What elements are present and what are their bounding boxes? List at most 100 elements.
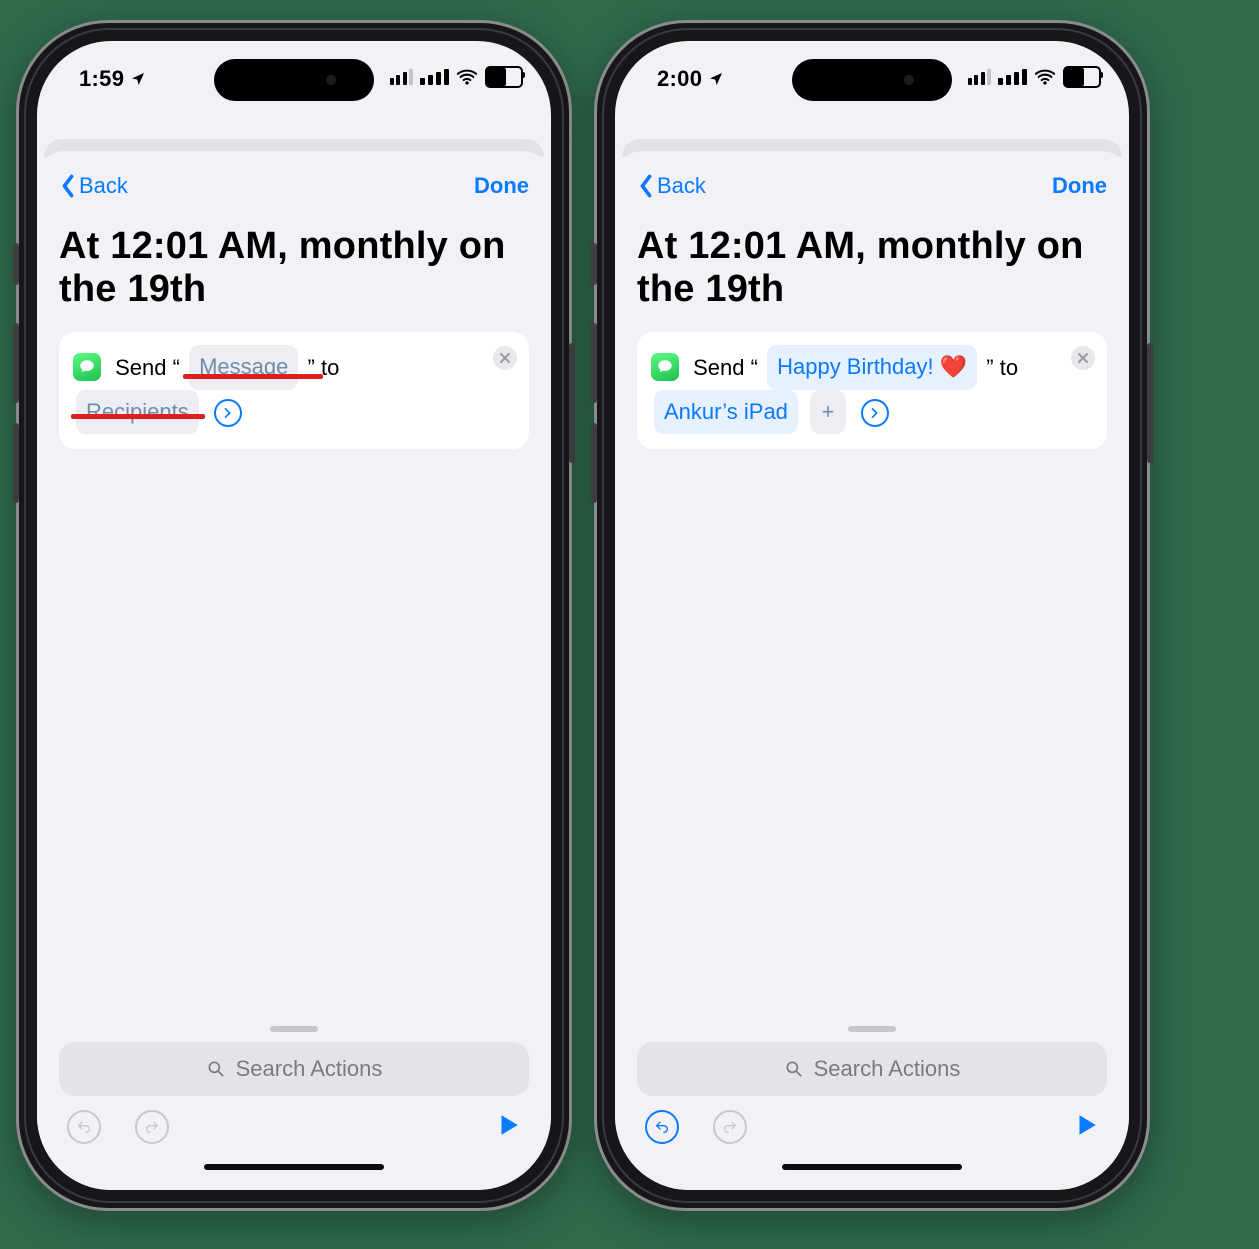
message-field[interactable]: Happy Birthday! ❤️ [767,345,977,390]
run-button[interactable] [1073,1112,1099,1143]
actions-dock: Search Actions [59,1016,529,1174]
open-quote: “ [751,355,758,380]
status-time-text: 1:59 [79,66,124,92]
play-icon [1073,1112,1099,1138]
annotation-underline [71,414,205,419]
close-icon [1077,352,1089,364]
run-button[interactable] [495,1112,521,1143]
to-label: to [321,355,339,380]
spacer [637,449,1107,1016]
location-icon [130,71,146,87]
search-placeholder: Search Actions [236,1056,383,1082]
send-label: Send [115,355,166,380]
recipients-field[interactable]: Recipients [76,390,199,435]
redo-icon [144,1119,160,1135]
action-summary-row: Send “ Happy Birthday! ❤️ ” to Ankur’s i… [651,346,1061,435]
page-title: At 12:01 AM, monthly on the 19th [637,225,1107,310]
search-icon [206,1059,226,1079]
actions-dock: Search Actions [637,1016,1107,1174]
dynamic-island [792,59,952,101]
grab-handle[interactable] [270,1026,318,1032]
search-actions-field[interactable]: Search Actions [637,1042,1107,1096]
send-label: Send [693,355,744,380]
done-button[interactable]: Done [474,173,529,199]
wifi-icon [1034,66,1056,88]
status-time: 2:00 [657,66,724,92]
messages-app-icon [651,353,679,381]
side-button [1147,343,1153,463]
automation-editor-sheet: Back Done At 12:01 AM, monthly on the 19… [615,151,1129,1190]
open-quote: “ [173,355,180,380]
remove-action-button[interactable] [1071,346,1095,370]
chevron-right-icon [870,408,880,418]
undo-button[interactable] [67,1110,101,1144]
back-button[interactable]: Back [59,173,128,199]
add-recipient-button[interactable]: + [810,390,846,435]
status-time: 1:59 [79,66,146,92]
spacer [59,449,529,1016]
battery-icon [1063,66,1101,88]
action-summary-row: Send “ Message ” to Recipients [73,346,483,435]
side-button [13,243,19,285]
location-icon [708,71,724,87]
phone-right: 2:00 Back Done [594,20,1150,1211]
done-label: Done [1052,173,1107,198]
redo-button[interactable] [713,1110,747,1144]
side-button [591,243,597,285]
expand-action-button[interactable] [214,399,242,427]
status-right [390,66,524,88]
chevron-left-icon [637,174,655,198]
battery-icon [485,66,523,88]
done-label: Done [474,173,529,198]
done-button[interactable]: Done [1052,173,1107,199]
side-button [591,323,597,403]
cell-signal-icon [420,69,449,85]
secondary-signal-icon [968,69,992,85]
status-time-text: 2:00 [657,66,702,92]
message-field[interactable]: Message [189,345,298,390]
chevron-right-icon [223,408,233,418]
automation-editor-sheet: Back Done At 12:01 AM, monthly on the 19… [37,151,551,1190]
to-label: to [1000,355,1018,380]
send-message-action-card[interactable]: Send “ Message ” to Recipients [59,332,529,449]
stage: 1:59 Back Done [0,0,1259,1249]
home-indicator[interactable] [204,1164,384,1170]
close-icon [499,352,511,364]
redo-button[interactable] [135,1110,169,1144]
undo-button[interactable] [645,1110,679,1144]
page-title: At 12:01 AM, monthly on the 19th [59,225,529,310]
redo-icon [722,1119,738,1135]
search-actions-field[interactable]: Search Actions [59,1042,529,1096]
screen: 2:00 Back Done [615,41,1129,1190]
dynamic-island [214,59,374,101]
back-label: Back [657,173,706,199]
side-button [569,343,575,463]
bottom-toolbar [637,1096,1107,1148]
side-button [13,323,19,403]
side-button [13,423,19,503]
undo-icon [76,1119,92,1135]
close-quote: ” [986,355,993,380]
status-right [968,66,1102,88]
annotation-underline [183,374,323,379]
phone-left: 1:59 Back Done [16,20,572,1211]
nav-bar: Back Done [637,171,1107,201]
chevron-left-icon [59,174,77,198]
wifi-icon [456,66,478,88]
back-button[interactable]: Back [637,173,706,199]
send-message-action-card[interactable]: Send “ Happy Birthday! ❤️ ” to Ankur’s i… [637,332,1107,449]
play-icon [495,1112,521,1138]
expand-action-button[interactable] [861,399,889,427]
recipient-token[interactable]: Ankur’s iPad [654,390,798,435]
back-label: Back [79,173,128,199]
search-placeholder: Search Actions [814,1056,961,1082]
remove-action-button[interactable] [493,346,517,370]
side-button [591,423,597,503]
bottom-toolbar [59,1096,529,1148]
nav-bar: Back Done [59,171,529,201]
search-icon [784,1059,804,1079]
cell-signal-icon [998,69,1027,85]
grab-handle[interactable] [848,1026,896,1032]
home-indicator[interactable] [782,1164,962,1170]
undo-icon [654,1119,670,1135]
